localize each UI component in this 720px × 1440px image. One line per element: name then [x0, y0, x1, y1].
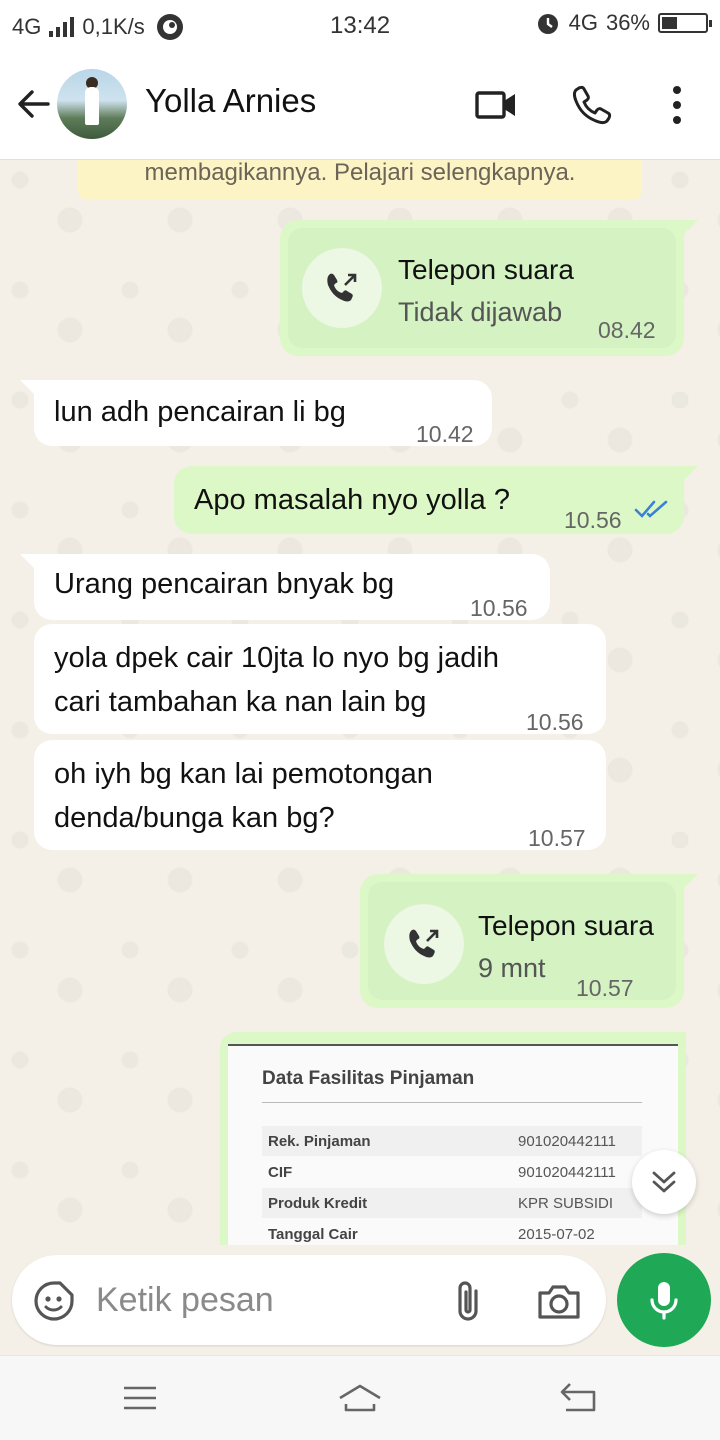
- outgoing-call-icon: [409, 929, 439, 958]
- battery-percent: 36%: [605, 10, 650, 35]
- status-right: 4G 36%: [535, 10, 712, 36]
- message-time: 10.42: [416, 421, 474, 447]
- home-icon[interactable]: [338, 1378, 382, 1418]
- call-title: Telepon suara: [478, 910, 654, 941]
- microphone-icon: [650, 1282, 678, 1320]
- message-input[interactable]: [96, 1277, 416, 1323]
- document-value: 2015-07-02: [518, 1226, 595, 1243]
- composer-bar: [0, 1245, 720, 1355]
- back-arrow-icon[interactable]: [14, 84, 54, 124]
- phone-icon[interactable]: [570, 82, 616, 128]
- scroll-to-bottom-button[interactable]: [632, 1150, 696, 1214]
- call-duration: 9 mnt: [478, 953, 546, 983]
- message-incoming[interactable]: Urang pencairan bnyak bg 10.56: [20, 554, 550, 621]
- message-list[interactable]: membagikannya. Pelajari selengkapnya. Te…: [0, 160, 720, 1245]
- call-title: Telepon suara: [398, 254, 574, 285]
- document-key: CIF: [268, 1164, 293, 1181]
- chat-header: Yolla Arnies: [0, 50, 720, 160]
- clock: 13:42: [330, 12, 391, 39]
- encryption-notice[interactable]: membagikannya. Pelajari selengkapnya.: [78, 160, 642, 200]
- document-key: Tanggal Cair: [268, 1226, 358, 1243]
- message-text-line: denda/bunga kan bg?: [54, 802, 335, 834]
- message-incoming[interactable]: yola dpek cair 10jta lo nyo bg jadih car…: [34, 624, 606, 735]
- voice-message-button[interactable]: [617, 1253, 711, 1347]
- document-title: Data Fasilitas Pinjaman: [262, 1068, 475, 1089]
- document-row: Produk Kredit KPR SUBSIDI: [262, 1188, 642, 1218]
- signal-icon: [49, 17, 75, 37]
- camera-icon[interactable]: [536, 1279, 582, 1323]
- document-value: KPR SUBSIDI: [518, 1195, 614, 1212]
- message-outgoing[interactable]: Apo masalah nyo yolla ? 10.56: [174, 466, 698, 534]
- message-time: 08.42: [598, 317, 656, 343]
- app-notification-icon: [156, 14, 183, 40]
- message-incoming[interactable]: oh iyh bg kan lai pemotongan denda/bunga…: [34, 740, 606, 851]
- battery-icon: [658, 13, 712, 33]
- message-text: Urang pencairan bnyak bg: [54, 568, 395, 600]
- network-type-right: 4G: [568, 10, 598, 35]
- more-vert-icon[interactable]: [654, 82, 700, 128]
- message-time: 10.57: [528, 825, 586, 851]
- document-row: Rek. Pinjaman 901020442111: [262, 1126, 642, 1156]
- message-text: lun adh pencairan li bg: [54, 396, 346, 428]
- avatar[interactable]: [57, 69, 127, 139]
- message-image-outgoing[interactable]: Data Fasilitas Pinjaman Rek. Pinjaman 90…: [220, 1032, 686, 1245]
- network-type: 4G: [12, 14, 42, 39]
- document-row: Tanggal Cair 2015-07-02: [262, 1219, 642, 1245]
- paperclip-icon[interactable]: [448, 1279, 488, 1323]
- call-circle: [302, 248, 382, 328]
- document-value: 901020442111: [518, 1164, 616, 1181]
- composer: [12, 1255, 606, 1345]
- message-time: 10.57: [576, 975, 634, 1001]
- divider: [262, 1102, 642, 1103]
- message-text: Apo masalah nyo yolla ?: [194, 484, 510, 516]
- message-text-line: cari tambahan ka nan lain bg: [54, 686, 427, 718]
- document-key: Rek. Pinjaman: [268, 1133, 371, 1150]
- outgoing-call-icon: [327, 273, 357, 302]
- sticker-emoji-icon[interactable]: [32, 1279, 76, 1323]
- alarm-icon: [537, 14, 558, 34]
- contact-name[interactable]: Yolla Arnies: [145, 82, 316, 120]
- network-speed: 0,1K/s: [82, 14, 145, 39]
- double-chevron-down-icon: [652, 1171, 676, 1193]
- call-card: Telepon suara Tidak dijawab 08.42: [288, 228, 676, 348]
- video-call-icon[interactable]: [474, 82, 520, 128]
- document-image[interactable]: Data Fasilitas Pinjaman Rek. Pinjaman 90…: [228, 1044, 678, 1245]
- status-left: 4G 0,1K/s: [12, 12, 187, 42]
- back-nav-icon[interactable]: [556, 1378, 600, 1418]
- message-text-line: oh iyh bg kan lai pemotongan: [54, 758, 433, 790]
- message-text-line: yola dpek cair 10jta lo nyo bg jadih: [54, 642, 499, 674]
- message-call-outgoing[interactable]: Telepon suara Tidak dijawab 08.42: [280, 220, 698, 356]
- call-card: Telepon suara 9 mnt 10.57: [368, 882, 676, 1001]
- status-bar: 4G 0,1K/s 13:42 4G 36%: [0, 0, 720, 50]
- message-time: 10.56: [564, 507, 622, 533]
- message-time: 10.56: [526, 709, 584, 735]
- call-status: Tidak dijawab: [398, 297, 563, 327]
- message-incoming[interactable]: lun adh pencairan li bg 10.42: [20, 380, 492, 447]
- document-row: CIF 901020442111: [262, 1157, 642, 1187]
- message-call-outgoing[interactable]: Telepon suara 9 mnt 10.57: [360, 874, 698, 1008]
- read-ticks-icon: [634, 500, 668, 518]
- call-circle: [384, 904, 464, 984]
- document-value: 901020442111: [518, 1133, 616, 1150]
- system-nav-bar: [0, 1355, 720, 1440]
- menu-icon[interactable]: [118, 1378, 162, 1418]
- document-key: Produk Kredit: [268, 1195, 368, 1212]
